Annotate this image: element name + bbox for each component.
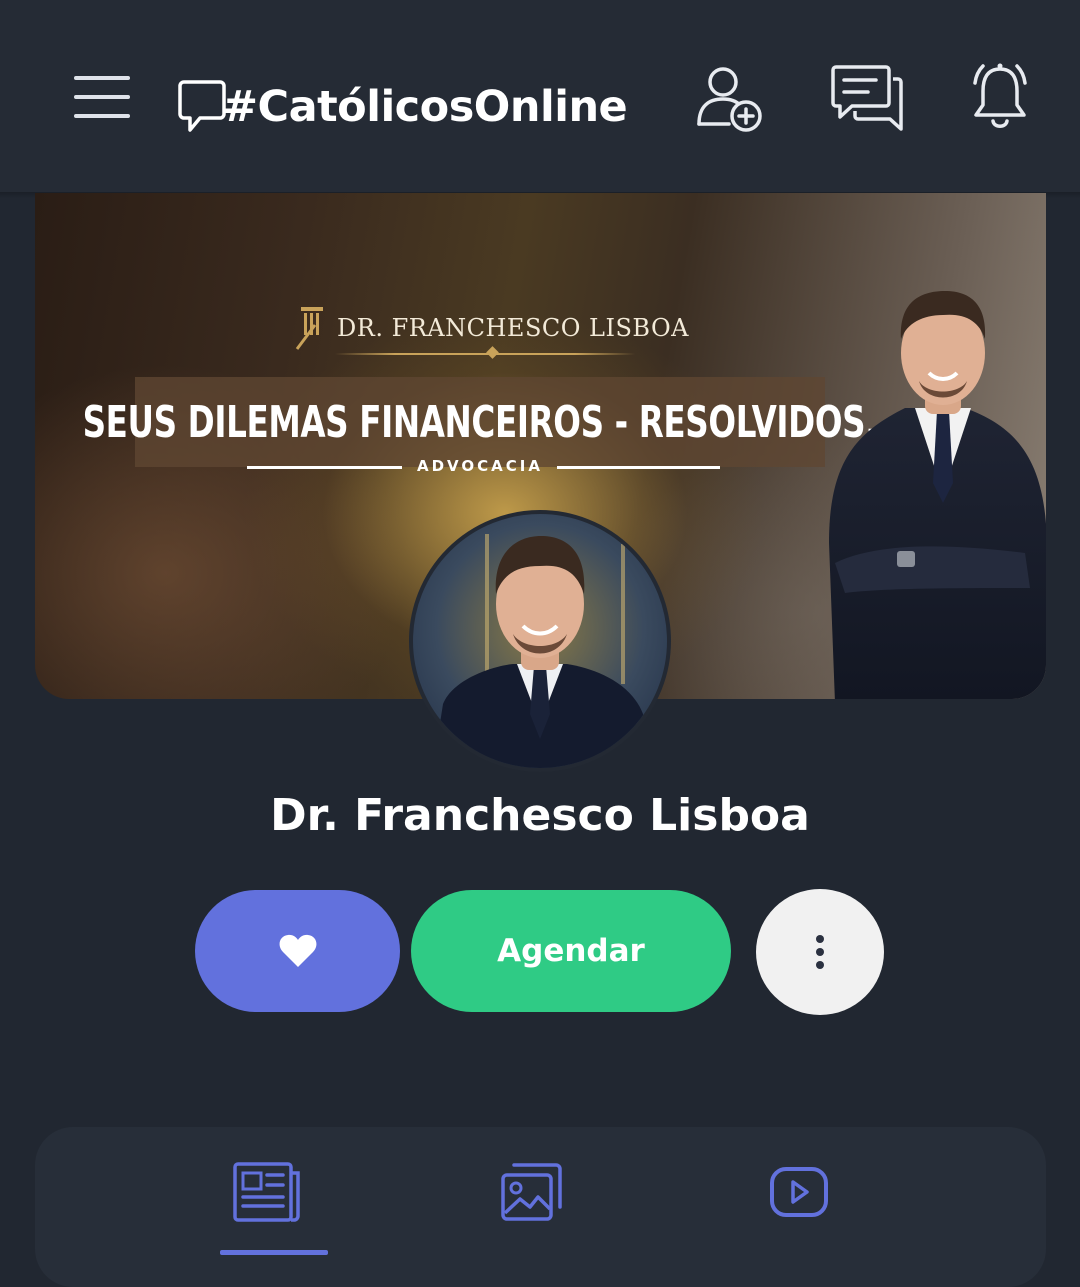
logo-speech-bubble-icon: [178, 80, 226, 132]
top-app-bar: #CatólicosOnline: [0, 0, 1080, 192]
column-logo-icon: [295, 307, 323, 350]
profile-name: Dr. Franchesco Lisboa: [270, 790, 810, 841]
brand-divider: [335, 353, 635, 355]
gallery-icon: [501, 1163, 562, 1221]
profile-tab-bar: [35, 1127, 1046, 1287]
bell-icon[interactable]: [962, 58, 1038, 136]
banner-subtitle: ADVOCACIA: [417, 457, 543, 475]
add-user-icon[interactable]: [690, 60, 770, 138]
active-tab-indicator: [220, 1250, 328, 1255]
banner-headline-box: SEUS DILEMAS FINANCEIROS - RESOLVIDOS.: [83, 377, 878, 467]
banner-brand: DR. FRANCHESCO LISBOA: [295, 305, 689, 351]
subtitle-line-left: [247, 466, 402, 469]
subtitle-line-right: [557, 466, 720, 469]
more-vertical-icon: [816, 935, 824, 969]
like-button[interactable]: [195, 890, 400, 1012]
banner-headline: SEUS DILEMAS FINANCEIROS - RESOLVIDOS.: [82, 396, 878, 448]
heart-icon: [279, 934, 316, 967]
app-logo[interactable]: #CatólicosOnline: [178, 72, 628, 142]
tab-posts[interactable]: [217, 1157, 317, 1227]
news-icon: [233, 1162, 300, 1222]
tab-videos[interactable]: [749, 1157, 849, 1227]
video-icon: [770, 1167, 828, 1217]
logo-text: #CatólicosOnline: [222, 81, 628, 132]
tab-photos[interactable]: [482, 1157, 582, 1227]
banner-brand-text: DR. FRANCHESCO LISBOA: [337, 314, 689, 342]
schedule-button[interactable]: Agendar: [411, 890, 731, 1012]
avatar-photo: [433, 534, 653, 768]
more-options-button[interactable]: [756, 889, 884, 1015]
chat-icon[interactable]: [826, 58, 908, 136]
profile-avatar[interactable]: [409, 510, 671, 772]
hamburger-menu-icon[interactable]: [62, 62, 142, 132]
banner-person-photo: [829, 291, 1046, 699]
